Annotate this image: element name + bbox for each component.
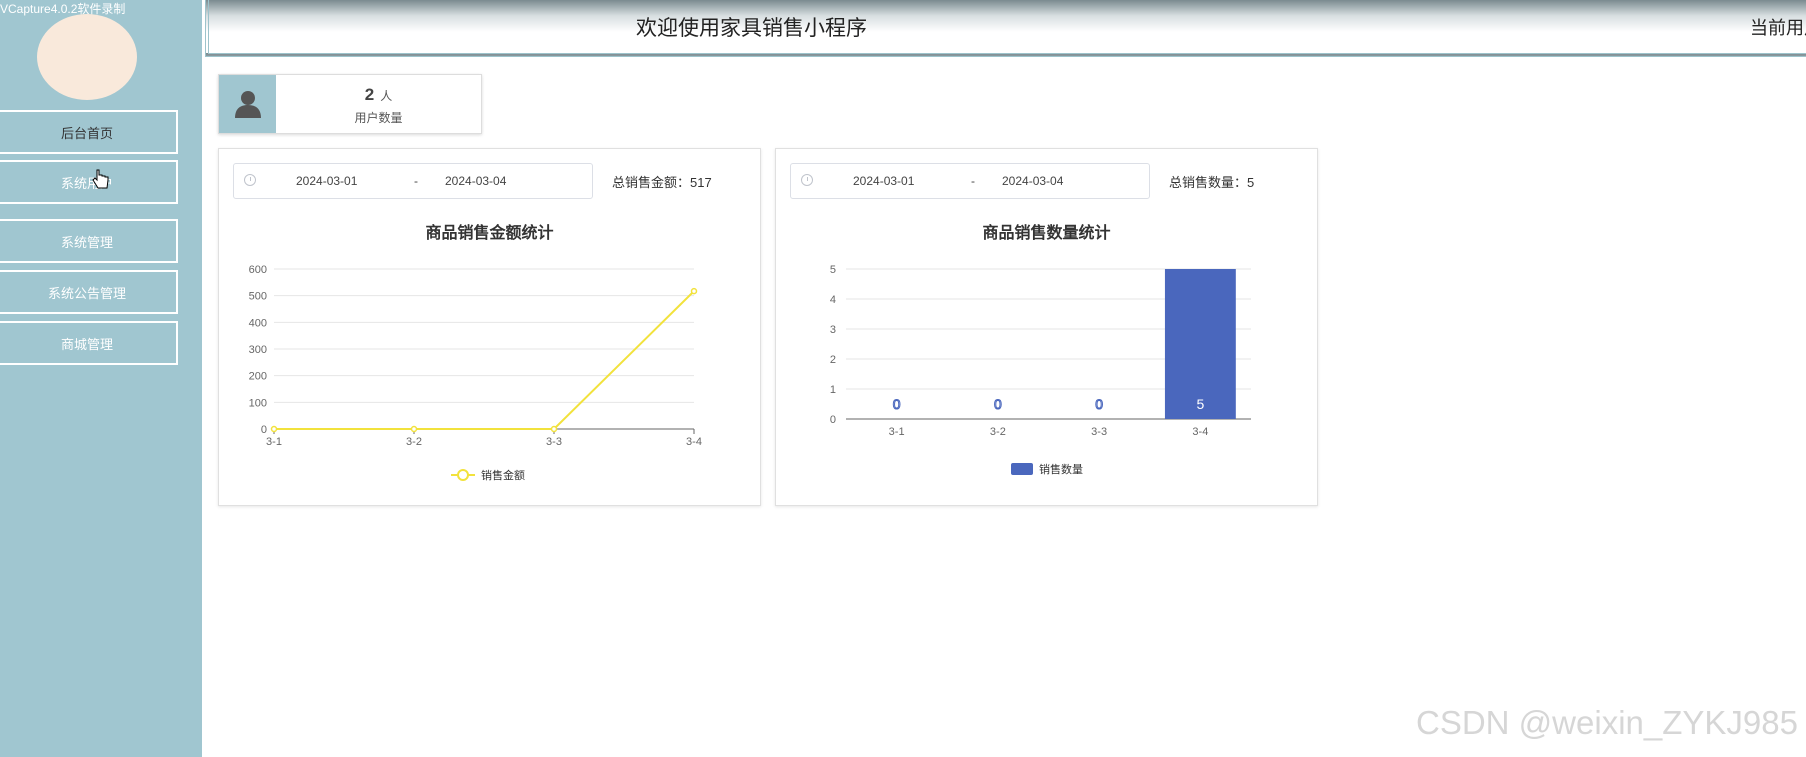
x-tick-label: 3-2: [990, 426, 1006, 438]
y-tick-label: 0: [830, 414, 836, 426]
legend-label: 销售数量: [1039, 462, 1083, 476]
stat-icon-box: [219, 75, 276, 133]
data-point: [550, 425, 558, 433]
data-label: 0: [893, 396, 901, 412]
y-tick-label: 200: [249, 371, 267, 383]
capture-watermark: VCapture4.0.2软件录制: [0, 2, 126, 16]
legend-label: 销售金额: [481, 468, 525, 482]
x-tick-label: 3-2: [406, 436, 422, 448]
user-count-unit: 人: [380, 89, 393, 103]
x-tick-label: 3-1: [889, 426, 905, 438]
user-count-value: 2: [364, 85, 375, 104]
y-tick-label: 400: [249, 317, 267, 329]
x-tick-label: 3-3: [1091, 426, 1107, 438]
y-tick-label: 1: [830, 384, 836, 396]
y-tick-label: 500: [249, 291, 267, 303]
user-count-label: 用户数量: [354, 111, 403, 125]
avatar[interactable]: [37, 14, 137, 100]
data-point: [270, 425, 278, 433]
y-tick-label: 5: [830, 264, 836, 276]
data-label: 0: [994, 396, 1002, 412]
x-tick-label: 3-1: [266, 436, 282, 448]
sidebar-item-system-management[interactable]: 系统管理: [0, 219, 178, 263]
header: 欢迎使用家具销售小程序 当前用户：admin: [205, 0, 1806, 57]
sales-quantity-panel: 2024-03-01 - 2024-03-04 总销售数量：5 商品销售数量统计…: [775, 148, 1318, 506]
sidebar-item-home[interactable]: 后台首页: [0, 110, 178, 154]
current-user: 当前用户：admin: [1750, 18, 1806, 38]
x-tick-label: 3-4: [1192, 426, 1208, 438]
sales-amount-chart: 0 100 200 300 400 500 600 3-1 3-2 3-3 3-4 销售金额: [249, 264, 702, 482]
quantity-date-range-picker[interactable]: 2024-03-01 - 2024-03-04: [790, 163, 1150, 199]
sidebar-item-announcement-management[interactable]: 系统公告管理: [0, 270, 178, 314]
user-icon: [234, 91, 261, 118]
clock-icon: [801, 174, 813, 186]
y-tick-label: 100: [249, 397, 267, 409]
total-sales-quantity: 总销售数量：5: [1169, 175, 1255, 190]
legend-marker: [1011, 463, 1033, 475]
clock-icon: [244, 174, 256, 186]
sales-quantity-chart: 0 1 2 3 4 5 3-1 0 3-2 0 3-3 0 3-4 5 销售数量: [830, 264, 1251, 476]
data-label: 5: [1196, 396, 1204, 412]
hand-cursor-icon: [92, 169, 109, 189]
series-line-sales-amount: [274, 290, 695, 430]
user-count-card: 2人 用户数量: [218, 74, 482, 134]
quantity-date-separator: -: [971, 174, 975, 188]
sidebar: VCapture4.0.2软件录制 后台首页 系统用户 系统管理 系统公告管理 …: [0, 0, 202, 757]
data-point: [690, 287, 698, 295]
legend-marker: [457, 469, 469, 481]
quantity-date-start[interactable]: 2024-03-01: [853, 174, 914, 188]
y-tick-label: 3: [830, 324, 836, 336]
data-point: [410, 425, 418, 433]
y-tick-label: 300: [249, 344, 267, 356]
y-tick-label: 0: [261, 424, 267, 436]
amount-date-start[interactable]: 2024-03-01: [296, 174, 357, 188]
amount-date-end[interactable]: 2024-03-04: [445, 174, 506, 188]
sidebar-item-mall-management[interactable]: 商城管理: [0, 321, 178, 365]
app-title: 欢迎使用家具销售小程序: [636, 17, 867, 40]
amount-date-range-picker[interactable]: 2024-03-01 - 2024-03-04: [233, 163, 593, 199]
csdn-watermark: CSDN @weixin_ZYKJ985: [1416, 704, 1798, 741]
y-tick-label: 2: [830, 354, 836, 366]
sales-amount-panel: 2024-03-01 - 2024-03-04 总销售金额：517 商品销售金额…: [218, 148, 761, 506]
total-sales-amount: 总销售金额：517: [612, 175, 712, 190]
x-tick-label: 3-4: [686, 436, 702, 448]
y-tick-label: 600: [249, 264, 267, 276]
amount-date-separator: -: [414, 174, 418, 188]
quantity-date-end[interactable]: 2024-03-04: [1002, 174, 1063, 188]
data-label: 0: [1095, 396, 1103, 412]
y-tick-label: 4: [830, 294, 836, 306]
sidebar-item-system-users[interactable]: 系统用户: [0, 160, 178, 204]
x-tick-label: 3-3: [546, 436, 562, 448]
